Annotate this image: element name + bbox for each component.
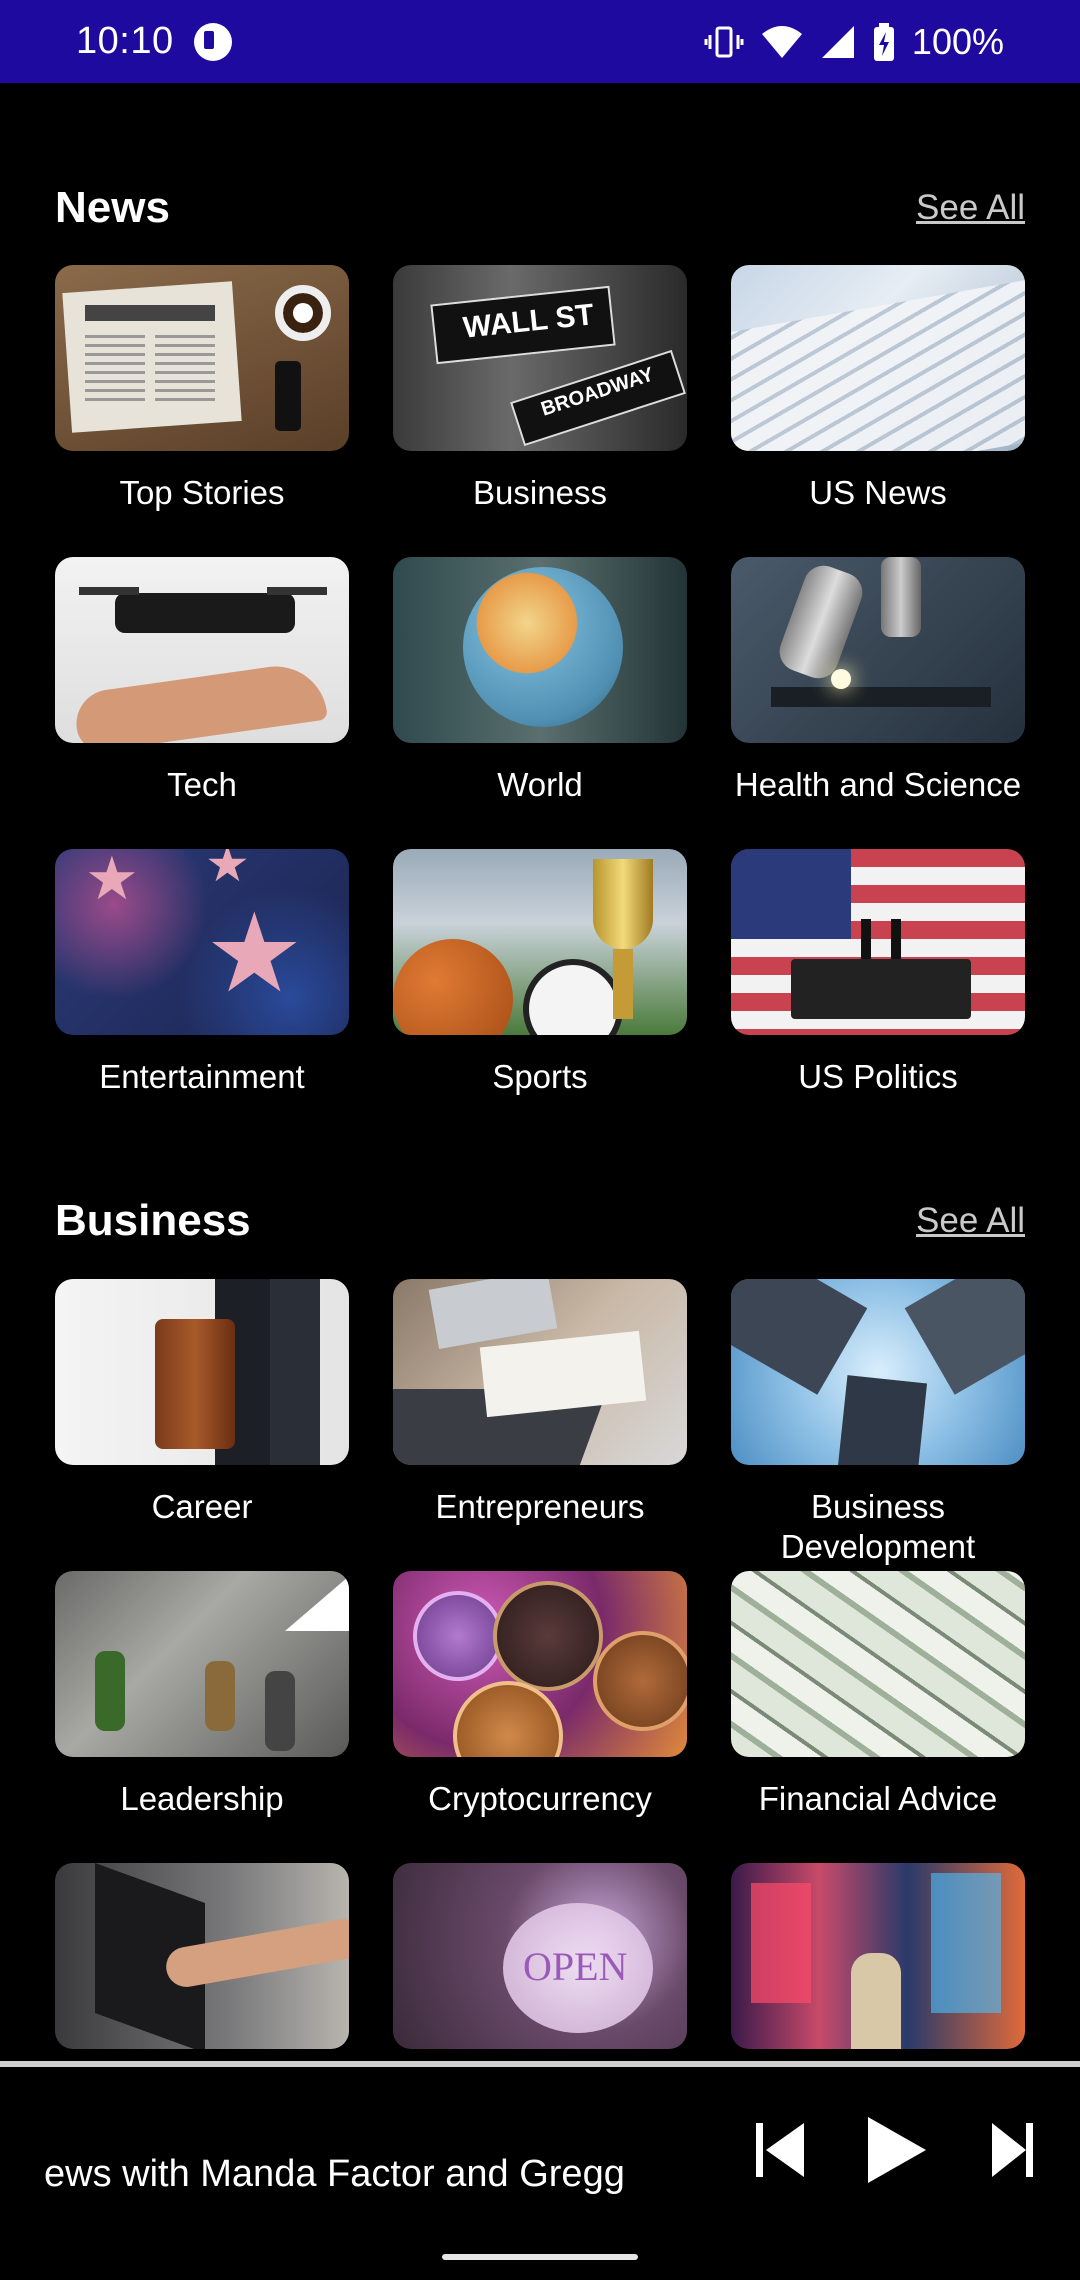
drone-hand-image bbox=[55, 557, 349, 743]
home-indicator[interactable] bbox=[442, 2254, 638, 2260]
tile-label: Financial Advice bbox=[758, 1780, 998, 1817]
category-tile-tech[interactable]: Tech bbox=[55, 557, 349, 805]
category-tile-cryptocurrency[interactable]: Cryptocurrency bbox=[393, 1571, 687, 1819]
walk-of-fame-stars-image: ★ ★ ★ bbox=[55, 849, 349, 1035]
business-section-header: Business See All bbox=[55, 1196, 1025, 1246]
globe-image bbox=[393, 557, 687, 743]
tile-label: US Politics bbox=[798, 1058, 958, 1095]
laptop-desk-writing-image bbox=[393, 1279, 687, 1465]
content-scroll[interactable]: News See All Top Stories WALL ST BROADWA… bbox=[0, 83, 1080, 2063]
category-tile-world[interactable]: World bbox=[393, 557, 687, 805]
category-tile-leadership[interactable]: Leadership bbox=[55, 1571, 349, 1819]
tile-label: Tech bbox=[167, 766, 237, 803]
see-all-business-link[interactable]: See All bbox=[916, 1201, 1025, 1241]
category-tile-row4-1[interactable] bbox=[55, 1863, 349, 2049]
skip-previous-icon[interactable] bbox=[752, 2119, 808, 2181]
open-sign-image: OPEN bbox=[393, 1863, 687, 2049]
tile-label: Leadership bbox=[120, 1780, 284, 1817]
category-tile-sports[interactable]: Sports bbox=[393, 849, 687, 1097]
tile-label: Business Development bbox=[780, 1488, 976, 1565]
skyscrapers-image bbox=[731, 1279, 1025, 1465]
tile-label: Entertainment bbox=[99, 1058, 305, 1095]
category-tile-us-news[interactable]: US News bbox=[731, 265, 1025, 513]
wifi-icon bbox=[761, 25, 802, 58]
category-tile-us-politics[interactable]: US Politics bbox=[731, 849, 1025, 1097]
tile-label: US News bbox=[809, 474, 947, 511]
tile-label: Sports bbox=[492, 1058, 588, 1095]
briefcase-walking-image bbox=[55, 1279, 349, 1465]
mini-player[interactable]: ews with Manda Factor and Gregg bbox=[0, 2067, 1080, 2280]
category-tile-row4-3[interactable] bbox=[731, 1863, 1025, 2049]
category-tile-top-stories[interactable]: Top Stories bbox=[55, 265, 349, 513]
status-icons: 100% bbox=[704, 21, 1004, 63]
vibrate-icon bbox=[704, 26, 744, 57]
battery-charging-icon bbox=[873, 22, 894, 61]
tile-label: Business bbox=[473, 474, 607, 511]
newspapers-stack-image bbox=[731, 265, 1025, 451]
status-time: 10:10 bbox=[76, 20, 174, 62]
tile-label: Entrepreneurs bbox=[435, 1488, 645, 1525]
tile-label: Career bbox=[151, 1488, 253, 1525]
news-section-header: News See All bbox=[55, 183, 1025, 233]
crypto-coins-image bbox=[393, 1571, 687, 1757]
newspaper-coffee-image bbox=[55, 265, 349, 451]
status-bar: 10:10 100% bbox=[0, 0, 1080, 83]
category-tile-entertainment[interactable]: ★ ★ ★ Entertainment bbox=[55, 849, 349, 1097]
category-tile-row4-2[interactable]: OPEN bbox=[393, 1863, 687, 2049]
section-title-business: Business bbox=[55, 1196, 251, 1245]
category-tile-financial-advice[interactable]: Financial Advice bbox=[731, 1571, 1025, 1819]
wall-street-sign-image: WALL ST BROADWAY bbox=[393, 265, 687, 451]
tile-label: Top Stories bbox=[119, 474, 285, 511]
sports-balls-trophy-image bbox=[393, 849, 687, 1035]
us-flag-podium-image bbox=[731, 849, 1025, 1035]
dollar-bills-image bbox=[731, 1571, 1025, 1757]
category-tile-health-and-science[interactable]: Health and Science bbox=[731, 557, 1025, 805]
mountain-climbers-image bbox=[55, 1571, 349, 1757]
now-playing-title[interactable]: ews with Manda Factor and Gregg bbox=[44, 2153, 716, 2196]
category-tile-business-development[interactable]: Business Development bbox=[731, 1279, 1025, 1567]
microscope-image bbox=[731, 557, 1025, 743]
play-icon[interactable] bbox=[866, 2115, 928, 2185]
tile-label: World bbox=[497, 766, 583, 803]
laptop-pointing-image bbox=[55, 1863, 349, 2049]
signal-icon bbox=[821, 25, 854, 58]
app-notification-icon bbox=[193, 22, 232, 61]
category-tile-entrepreneurs[interactable]: Entrepreneurs bbox=[393, 1279, 687, 1527]
section-title-news: News bbox=[55, 183, 170, 232]
battery-percent: 100% bbox=[911, 20, 1004, 62]
times-square-image bbox=[731, 1863, 1025, 2049]
see-all-news-link[interactable]: See All bbox=[916, 188, 1025, 228]
category-tile-career[interactable]: Career bbox=[55, 1279, 349, 1527]
skip-next-icon[interactable] bbox=[990, 2119, 1036, 2181]
category-tile-business[interactable]: WALL ST BROADWAY Business bbox=[393, 265, 687, 513]
tile-label: Health and Science bbox=[734, 766, 1022, 803]
tile-label: Cryptocurrency bbox=[428, 1780, 652, 1817]
